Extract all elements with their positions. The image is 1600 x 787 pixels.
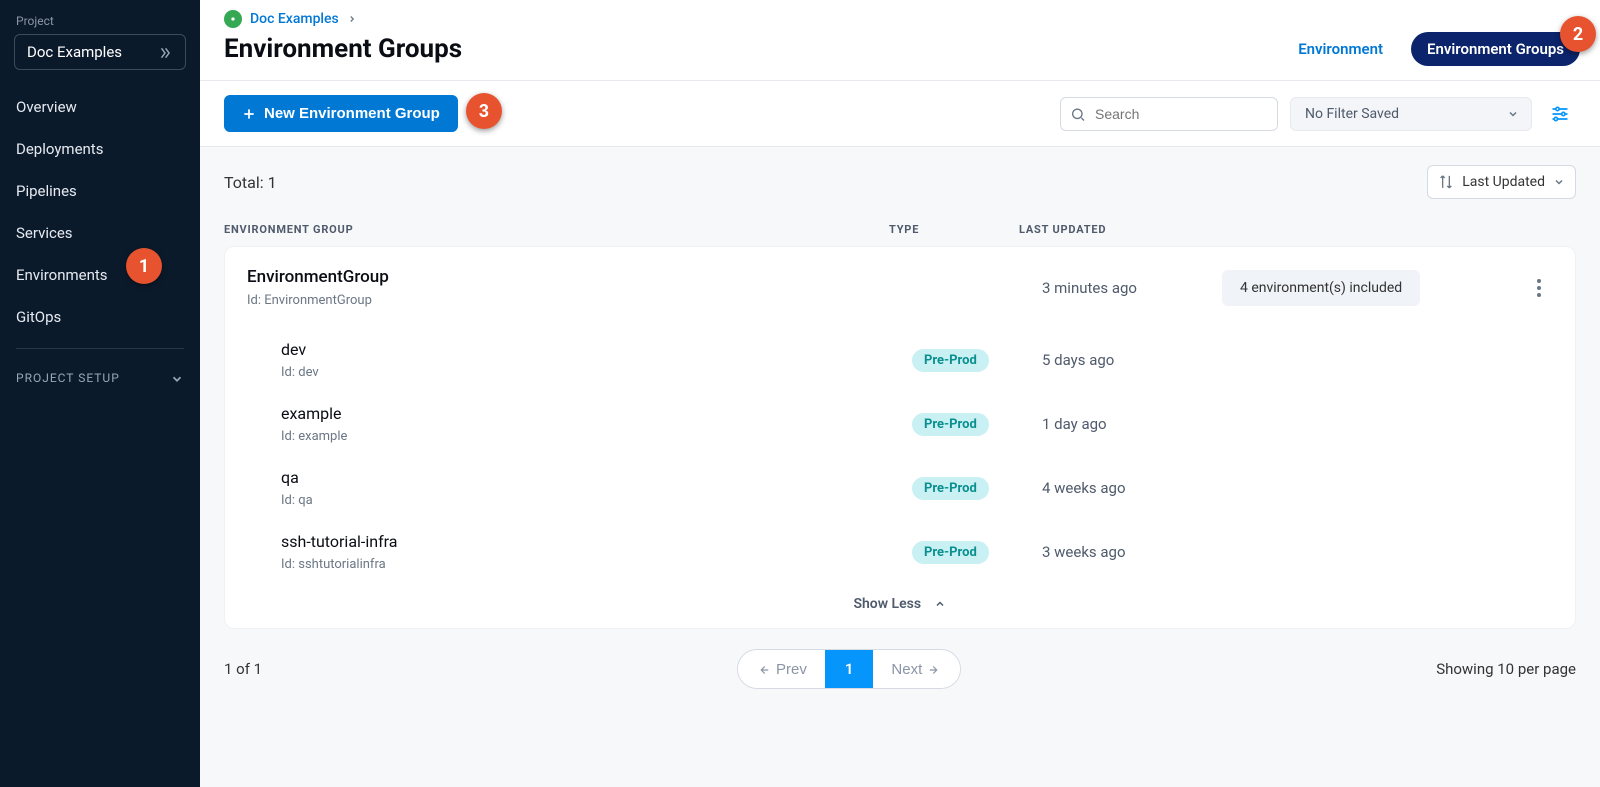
callout-badge-1: 1 xyxy=(126,248,162,284)
page-title: Environment Groups xyxy=(224,34,462,64)
sidebar-project-setup[interactable]: PROJECT SETUP xyxy=(0,359,200,398)
sort-select[interactable]: Last Updated xyxy=(1427,165,1576,199)
sidebar-item-overview[interactable]: Overview xyxy=(0,86,200,128)
sidebar-item-pipelines[interactable]: Pipelines xyxy=(0,170,200,212)
sidebar-project-label: Project xyxy=(0,14,200,34)
filter-settings-icon[interactable] xyxy=(1544,97,1576,130)
tab-groups-label: Environment Groups xyxy=(1427,40,1564,58)
pagination-row: 1 of 1 Prev 1 Next Showing 10 per page xyxy=(200,649,1600,709)
env-name: dev xyxy=(281,340,912,359)
toolbar: New Environment Group 3 No Filter Saved xyxy=(200,81,1600,147)
pager: Prev 1 Next xyxy=(737,649,961,689)
environment-group-card: EnvironmentGroup Id: EnvironmentGroup 3 … xyxy=(224,246,1576,629)
show-less-label: Show Less xyxy=(853,596,921,612)
show-less-toggle[interactable]: Show Less xyxy=(225,584,1575,628)
total-count: Total: 1 xyxy=(224,173,277,192)
env-name: qa xyxy=(281,468,912,487)
col-header-type: TYPE xyxy=(889,223,1019,236)
env-name: example xyxy=(281,404,912,423)
env-name: ssh-tutorial-infra xyxy=(281,532,912,551)
chevron-up-icon xyxy=(933,596,947,612)
search-box xyxy=(1060,97,1278,131)
project-name: Doc Examples xyxy=(27,43,122,61)
page-number[interactable]: 1 xyxy=(825,650,874,688)
project-setup-label: PROJECT SETUP xyxy=(16,371,120,385)
row-menu-icon[interactable] xyxy=(1525,278,1553,298)
group-updated: 3 minutes ago xyxy=(1042,279,1222,297)
group-name: EnvironmentGroup xyxy=(247,267,912,287)
next-button[interactable]: Next xyxy=(873,651,960,688)
env-id: Id: dev xyxy=(281,365,912,380)
search-icon xyxy=(1070,104,1086,123)
col-header-name: ENVIRONMENT GROUP xyxy=(224,223,889,236)
project-selector[interactable]: Doc Examples xyxy=(14,34,186,70)
sort-label: Last Updated xyxy=(1462,174,1545,190)
chevron-right-icon xyxy=(347,11,357,27)
prev-label: Prev xyxy=(776,661,807,678)
chevron-down-icon xyxy=(170,371,184,386)
sidebar-item-label: Environments xyxy=(16,266,108,284)
environment-row[interactable]: ssh-tutorial-infra Id: sshtutorialinfra … xyxy=(225,520,1575,584)
tab-switcher: Environment Environment Groups 2 xyxy=(1288,32,1580,66)
chevron-down-icon xyxy=(1507,106,1519,122)
next-label: Next xyxy=(891,661,922,678)
env-id: Id: example xyxy=(281,429,912,444)
callout-badge-3: 3 xyxy=(466,93,502,129)
env-id: Id: qa xyxy=(281,493,912,508)
env-updated: 1 day ago xyxy=(1042,415,1222,433)
group-header-row[interactable]: EnvironmentGroup Id: EnvironmentGroup 3 … xyxy=(225,247,1575,328)
table-header: ENVIRONMENT GROUP TYPE LAST UPDATED xyxy=(200,213,1600,246)
arrow-left-icon xyxy=(756,661,770,678)
sidebar-item-services[interactable]: Services xyxy=(0,212,200,254)
type-badge: Pre-Prod xyxy=(912,413,989,436)
breadcrumb-project-link[interactable]: Doc Examples xyxy=(250,11,339,27)
sidebar-separator xyxy=(16,348,184,349)
environments-included-badge: 4 environment(s) included xyxy=(1222,270,1420,306)
plus-icon xyxy=(242,105,256,122)
tab-environment-groups[interactable]: Environment Groups 2 xyxy=(1411,32,1580,66)
list-area: Total: 1 Last Updated ENVIRONMENT GROUP … xyxy=(200,147,1600,787)
search-input[interactable] xyxy=(1060,97,1278,131)
sidebar: Project Doc Examples Overview Deployment… xyxy=(0,0,200,787)
col-header-updated: LAST UPDATED xyxy=(1019,223,1199,236)
env-id: Id: sshtutorialinfra xyxy=(281,557,912,572)
sidebar-item-gitops[interactable]: GitOps xyxy=(0,296,200,338)
breadcrumb: Doc Examples xyxy=(224,10,1580,28)
per-page-label: Showing 10 per page xyxy=(1436,660,1576,678)
sidebar-item-environments[interactable]: Environments 1 xyxy=(0,254,200,296)
filter-saved-select[interactable]: No Filter Saved xyxy=(1290,97,1532,131)
project-icon xyxy=(224,10,242,28)
type-badge: Pre-Prod xyxy=(912,477,989,500)
sort-icon xyxy=(1438,174,1454,190)
environment-row[interactable]: example Id: example Pre-Prod 1 day ago xyxy=(225,392,1575,456)
new-button-label: New Environment Group xyxy=(264,105,440,122)
filter-label: No Filter Saved xyxy=(1305,106,1399,122)
env-updated: 3 weeks ago xyxy=(1042,543,1222,561)
page-header: Doc Examples Environment Groups Environm… xyxy=(200,0,1600,81)
env-updated: 4 weeks ago xyxy=(1042,479,1222,497)
type-badge: Pre-Prod xyxy=(912,349,989,372)
env-updated: 5 days ago xyxy=(1042,351,1222,369)
tab-environment[interactable]: Environment xyxy=(1288,32,1393,66)
callout-badge-2: 2 xyxy=(1560,16,1596,52)
chevron-double-right-icon xyxy=(157,43,173,61)
prev-button[interactable]: Prev xyxy=(738,651,825,688)
chevron-down-icon xyxy=(1553,174,1565,190)
sidebar-item-deployments[interactable]: Deployments xyxy=(0,128,200,170)
environment-row[interactable]: dev Id: dev Pre-Prod 5 days ago xyxy=(225,328,1575,392)
main-content: Doc Examples Environment Groups Environm… xyxy=(200,0,1600,787)
new-environment-group-button[interactable]: New Environment Group 3 xyxy=(224,95,458,132)
arrow-right-icon xyxy=(928,661,942,678)
group-id: Id: EnvironmentGroup xyxy=(247,293,912,308)
page-count: 1 of 1 xyxy=(224,660,262,678)
environment-row[interactable]: qa Id: qa Pre-Prod 4 weeks ago xyxy=(225,456,1575,520)
type-badge: Pre-Prod xyxy=(912,541,989,564)
